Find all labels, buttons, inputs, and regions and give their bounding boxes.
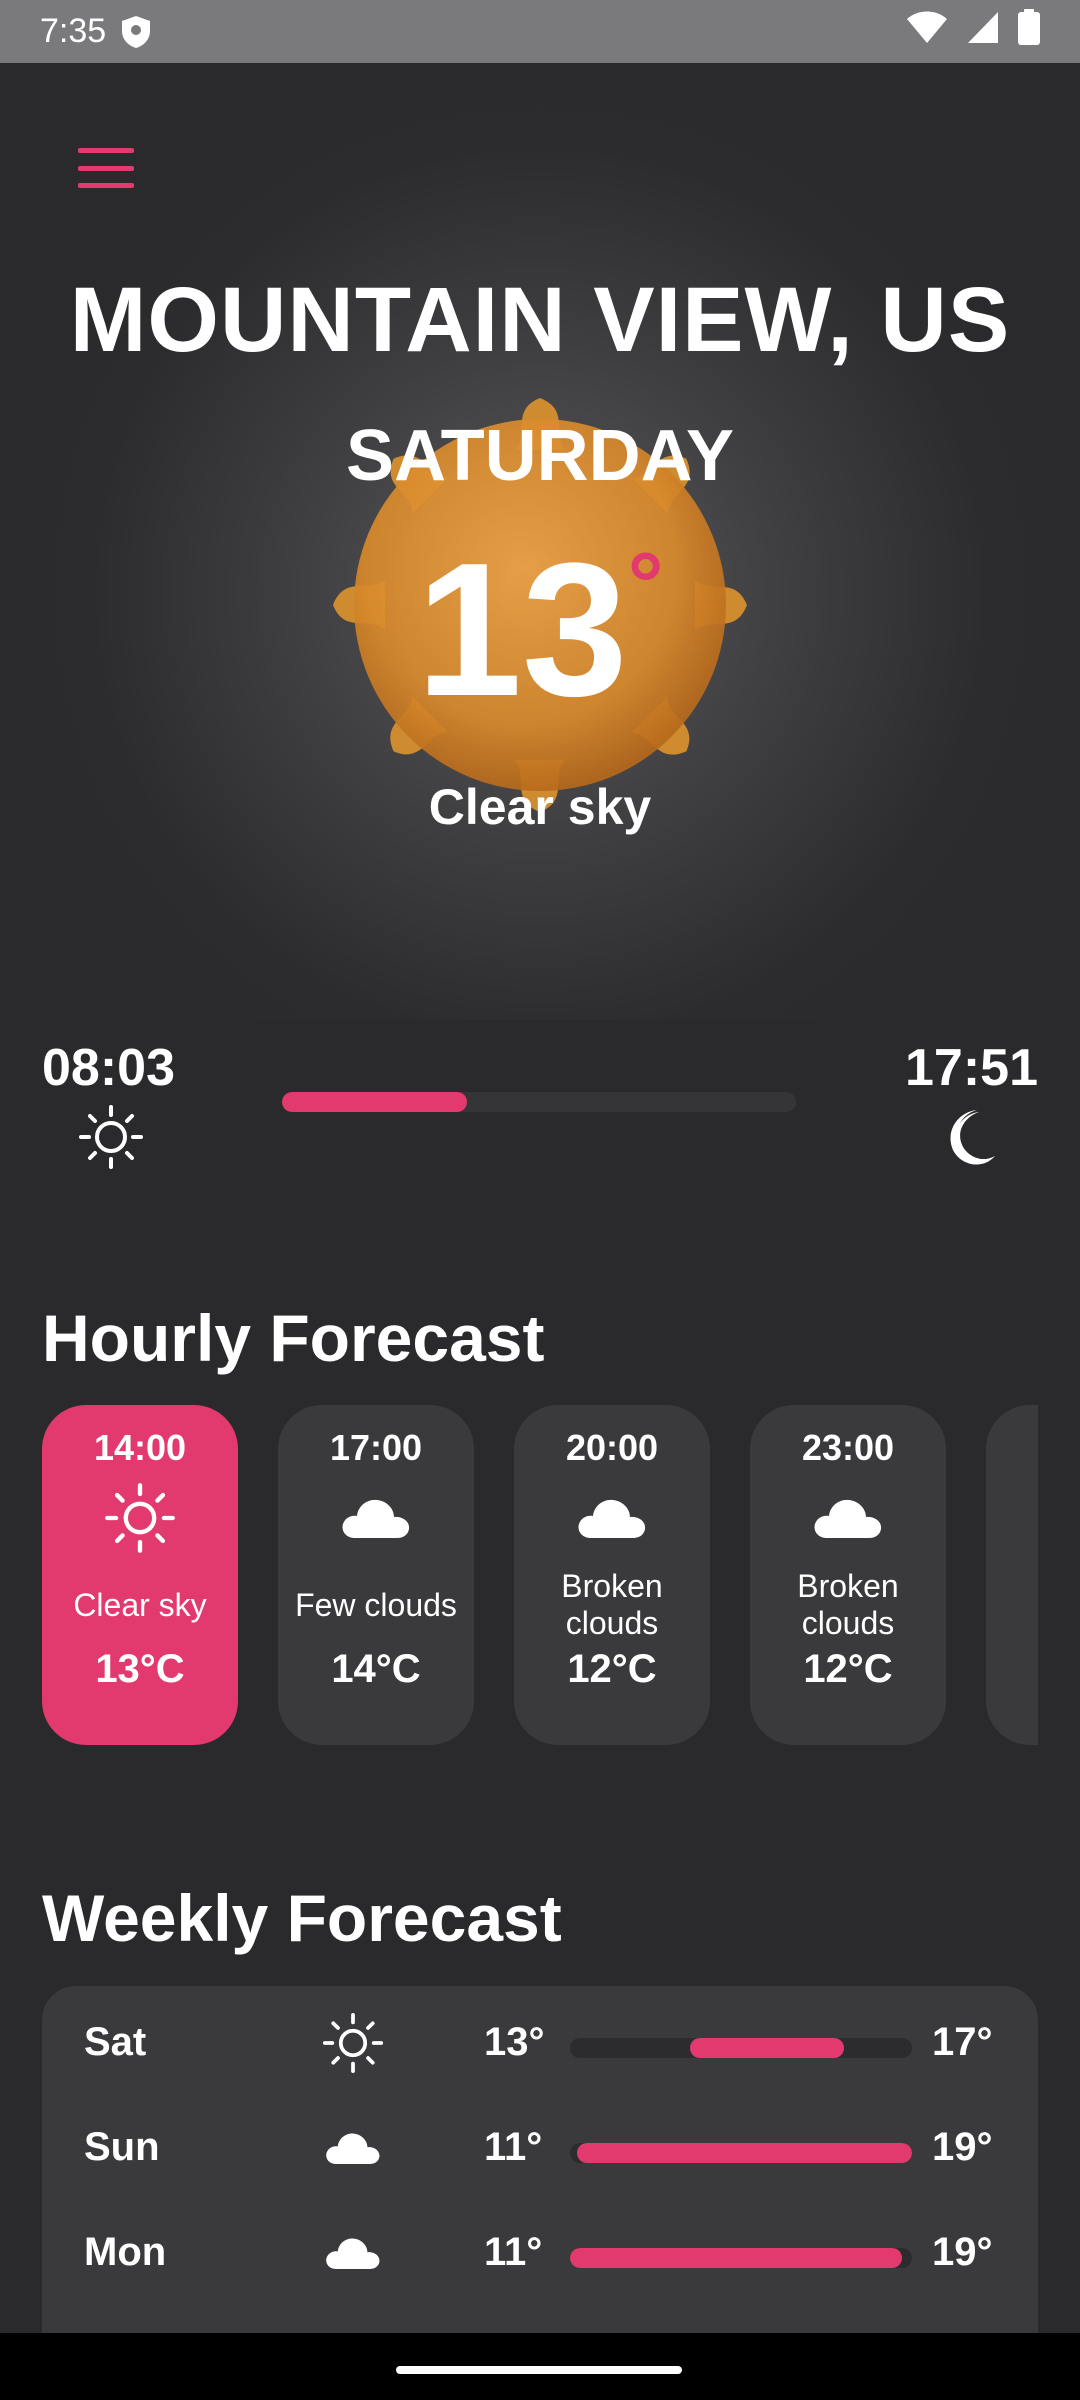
temperature-value: 13 <box>416 524 628 736</box>
week-high-temp: 19° <box>932 2230 993 2274</box>
sun-icon <box>79 1105 143 1169</box>
hour-description: Broken clouds <box>561 1568 663 1641</box>
hour-temperature: 13°C <box>95 1647 185 1691</box>
degree-symbol: ° <box>627 535 664 635</box>
week-high-temp: 19° <box>932 2125 993 2169</box>
hour-description: Clear sky <box>73 1586 207 1623</box>
hour-description: C <box>994 1525 1038 1601</box>
daylight-progress-fill <box>282 1092 468 1112</box>
hour-temperature: 12°C <box>803 1647 893 1691</box>
hour-time: 20:00 <box>565 1427 659 1468</box>
weather-screen: 7:35 MOUNTAIN VIEW, US SATURDAY 13° Clea… <box>0 0 1080 2400</box>
signal-icon <box>966 10 1000 53</box>
weekly-row[interactable]: Sat 13° 17° <box>42 2010 1038 2090</box>
current-temperature: 13° <box>0 530 1080 730</box>
week-day: Sun <box>84 2125 160 2169</box>
cloud-icon <box>808 1483 888 1553</box>
temperature-range-bar <box>570 2038 912 2058</box>
status-bar: 7:35 <box>0 0 1080 63</box>
weather-condition: Clear sky <box>428 779 652 835</box>
hour-time: 17:00 <box>329 1427 423 1468</box>
hour-description: Broken clouds <box>797 1568 899 1641</box>
sunset-time: 17:51 <box>905 1039 1038 1097</box>
day-label: SATURDAY <box>345 416 735 496</box>
city-name: MOUNTAIN VIEW, US <box>69 269 1011 371</box>
hourly-forecast-list[interactable]: 14:00 Clear sky 13°C 17:00 Few clouds 14… <box>42 1405 1038 1745</box>
hourly-card[interactable]: 23:00 Broken clouds 12°C <box>750 1405 946 1745</box>
hourly-card[interactable]: 17:00 Few clouds 14°C <box>278 1405 474 1745</box>
week-low-temp: 13° <box>484 2020 545 2064</box>
hour-time: 14:00 <box>93 1427 187 1468</box>
weekly-row[interactable]: Sun 11° 19° <box>42 2115 1038 2195</box>
menu-icon[interactable] <box>78 148 134 188</box>
week-day: Sat <box>84 2020 147 2064</box>
temperature-range-fill <box>570 2248 902 2268</box>
cloud-icon <box>336 1483 416 1553</box>
cloud-icon <box>320 2220 386 2286</box>
sun-icon <box>100 1483 180 1553</box>
hourly-card[interactable]: 20:00 Broken clouds 12°C <box>514 1405 710 1745</box>
daylight-progress <box>282 1092 796 1112</box>
hour-temperature: 12°C <box>567 1647 657 1691</box>
wifi-icon <box>906 10 948 53</box>
weekly-forecast-title: Weekly Forecast <box>42 1881 562 1955</box>
shield-icon <box>120 15 152 49</box>
temperature-range-fill <box>576 2143 912 2163</box>
week-low-temp: 11° <box>484 2125 543 2169</box>
hourly-card[interactable]: C <box>986 1405 1038 1745</box>
temperature-range-fill <box>689 2038 844 2058</box>
cloud-icon <box>572 1483 652 1553</box>
hourly-forecast-title: Hourly Forecast <box>42 1301 545 1375</box>
temperature-range-bar <box>570 2143 912 2163</box>
sunrise-time: 08:03 <box>42 1039 175 1097</box>
hour-time: 23:00 <box>801 1427 895 1468</box>
week-low-temp: 11° <box>484 2230 543 2274</box>
moon-icon <box>950 1110 995 1165</box>
battery-icon <box>1018 9 1040 54</box>
hour-description: Few clouds <box>295 1586 457 1623</box>
sun-icon <box>320 2010 386 2076</box>
temperature-range-bar <box>570 2248 912 2268</box>
week-high-temp: 17° <box>932 2020 993 2064</box>
home-gesture-handle[interactable] <box>396 2366 682 2374</box>
hour-temperature: 14°C <box>331 1647 421 1691</box>
hourly-card[interactable]: 14:00 Clear sky 13°C <box>42 1405 238 1745</box>
weekly-row[interactable]: Mon 11° 19° <box>42 2220 1038 2300</box>
weekly-forecast-list: Sat 13° 17° Sun 11° 19° Mon 11° 19° <box>42 1986 1038 2346</box>
status-icons <box>906 9 1040 54</box>
week-day: Mon <box>84 2230 167 2274</box>
status-time: 7:35 <box>40 12 107 50</box>
cloud-icon <box>320 2115 386 2181</box>
